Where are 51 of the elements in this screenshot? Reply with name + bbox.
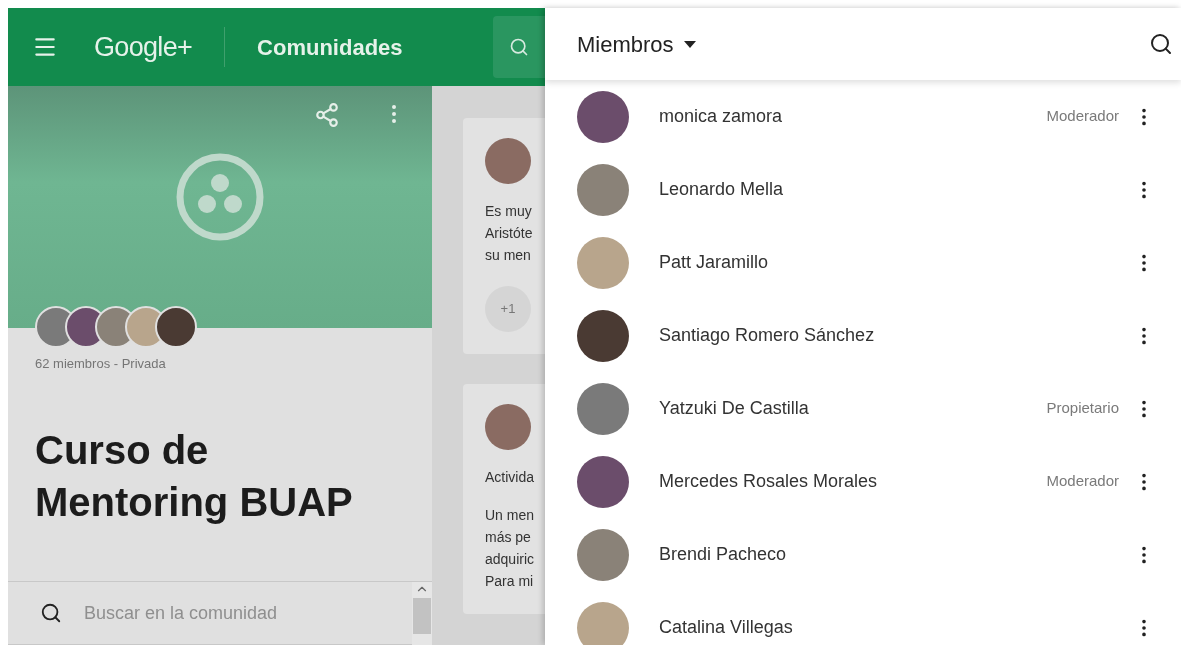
member-row[interactable]: Leonardo Mella [545, 153, 1181, 226]
search-icon [509, 37, 529, 57]
post-text: Activida [485, 468, 536, 487]
member-name: Mercedes Rosales Morales [659, 470, 878, 493]
member-avatar [577, 528, 629, 581]
member-role: Moderador [1046, 471, 1119, 492]
member-role: Propietario [1046, 398, 1119, 419]
member-name: Patt Jaramillo [659, 251, 769, 274]
search-icon[interactable] [1149, 32, 1173, 56]
member-avatar [577, 382, 629, 435]
post-text: más pe [485, 528, 532, 547]
author-avatar[interactable] [485, 138, 531, 184]
member-row[interactable]: Santiago Romero Sánchez [545, 299, 1181, 372]
community-icon [175, 152, 265, 242]
post-text: Aristóte [485, 224, 534, 243]
author-avatar[interactable] [485, 404, 531, 450]
member-avatar [577, 601, 629, 645]
post-text: su men [485, 246, 532, 265]
member-row[interactable]: Catalina Villegas [545, 591, 1181, 645]
member-avatar [577, 163, 629, 216]
section-title: Comunidades [257, 33, 403, 62]
share-icon[interactable] [314, 102, 340, 128]
post-text: Para mi [485, 572, 535, 591]
post-text: Un men [485, 506, 536, 525]
caret-icon [683, 40, 696, 48]
post-text: Es muy [485, 202, 533, 221]
member-avatars-drawing[interactable] [35, 306, 197, 348]
member-avatar [577, 455, 629, 508]
member-role: Moderador [1046, 106, 1119, 127]
member-name: monica zamora [659, 105, 783, 128]
member-avatar [577, 90, 629, 143]
post-text: adquiric [485, 550, 536, 569]
logo[interactable]: Google+ [94, 26, 193, 68]
member-name: Brendi Pacheco [659, 543, 787, 566]
member-row[interactable]: Yatzuki De Castilla Propietario [545, 372, 1181, 445]
community-title: Curso de Mentoring BUAP [34, 426, 354, 526]
member-row[interactable]: Mercedes Rosales Morales Moderador [545, 445, 1181, 518]
scrollbar[interactable] [412, 582, 432, 645]
member-name: Leonardo Mella [659, 178, 784, 201]
members-dropdown[interactable]: Miembros [577, 27, 696, 61]
search-button[interactable] [493, 16, 545, 78]
search-icon [40, 602, 62, 624]
member-count: 62 miembros - Privada [34, 355, 167, 373]
member-avatar [577, 309, 629, 362]
member-row[interactable]: Patt Jaramillo [545, 226, 1181, 299]
member-name: Yatzuki De Castilla [659, 397, 809, 420]
member-row[interactable]: monica zamora Moderador [545, 80, 1181, 153]
member-name: Santiago Romero Sánchez [659, 324, 875, 347]
member-row[interactable]: Brendi Pacheco [545, 518, 1181, 591]
member-name: Catalina Villegas [659, 616, 793, 639]
member-avatar [577, 236, 629, 289]
